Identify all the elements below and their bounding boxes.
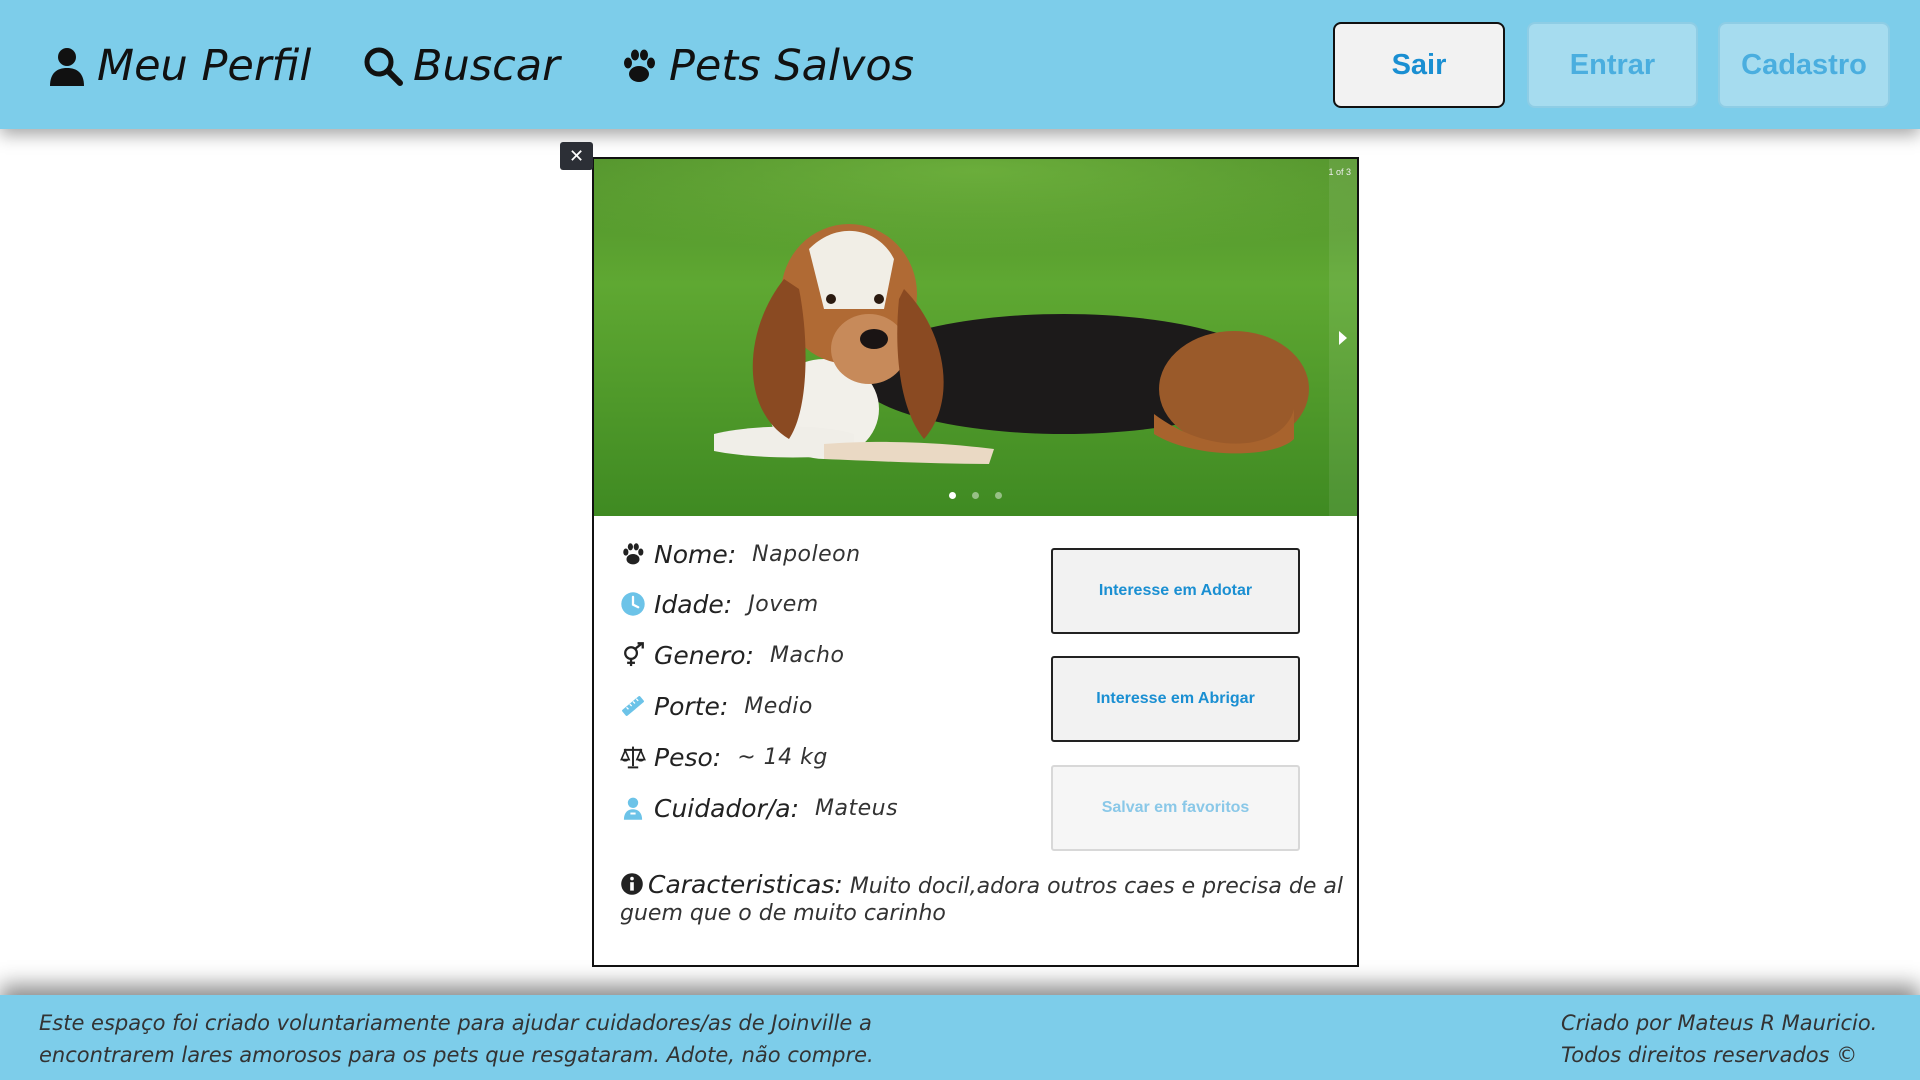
pet-name-label: Nome: xyxy=(654,539,737,569)
gender-icon xyxy=(624,642,644,667)
clock-icon xyxy=(621,592,645,616)
user-icon xyxy=(50,48,84,86)
nav-pets-salvos-label: Pets Salvos xyxy=(669,41,915,91)
pet-size-value: Medio xyxy=(744,693,813,719)
pet-gender-label: Genero: xyxy=(654,640,754,670)
footer-credits-line: Criado por Mateus R Mauricio. xyxy=(1561,1011,1878,1035)
pet-name-row: Nome: Napoleon xyxy=(620,536,861,572)
pet-caretaker-value: Mateus xyxy=(815,795,899,821)
pet-age-label: Idade: xyxy=(654,589,733,619)
search-icon xyxy=(364,47,403,86)
nav-buscar-label: Buscar xyxy=(413,41,560,91)
carousel-next-button[interactable] xyxy=(1329,159,1357,516)
pet-photo-carousel[interactable]: 1 of 3 xyxy=(594,159,1357,516)
caretaker-icon xyxy=(623,797,643,820)
paw-icon xyxy=(624,49,655,82)
footer-credits-line: Todos direitos reservados © xyxy=(1561,1043,1858,1067)
nav-meu-perfil-label: Meu Perfil xyxy=(97,41,312,91)
pet-gender-value: Macho xyxy=(769,642,845,668)
footer-about-line: Este espaço foi criado voluntariamente p… xyxy=(39,1011,872,1035)
chevron-right-icon xyxy=(1339,330,1347,345)
pet-caretaker-row: Cuidador/a: Mateus xyxy=(620,790,898,826)
scale-icon xyxy=(620,746,646,769)
pet-age-row: Idade: Jovem xyxy=(620,586,819,622)
pet-caretaker-label: Cuidador/a: xyxy=(654,793,800,823)
pet-characteristics: Caracteristicas: Muito docil,adora outro… xyxy=(620,871,1350,927)
carousel-dot[interactable] xyxy=(949,492,956,499)
footer-about-line: encontrarem lares amorosos para os pets … xyxy=(39,1043,874,1067)
pet-age-value: Jovem xyxy=(748,591,819,617)
close-modal-button[interactable]: ✕ xyxy=(560,142,593,170)
shelter-interest-button[interactable]: Interesse em Abrigar xyxy=(1051,656,1300,742)
login-button[interactable]: Entrar xyxy=(1527,22,1698,108)
paw-icon xyxy=(623,543,644,565)
footer: Este espaço foi criado voluntariamente p… xyxy=(0,995,1920,1080)
ruler-icon xyxy=(622,696,644,716)
nav-buscar[interactable]: Buscar xyxy=(363,38,560,94)
pet-weight-value: ~ 14 kg xyxy=(737,744,828,770)
signup-button[interactable]: Cadastro xyxy=(1718,22,1890,108)
top-navbar: Meu Perfil Buscar Pets Salvos Sair Entra… xyxy=(0,0,1920,129)
footer-about: Este espaço foi criado voluntariamente p… xyxy=(39,1007,939,1071)
pet-photo xyxy=(594,159,1357,516)
carousel-dot[interactable] xyxy=(995,492,1002,499)
nav-pets-salvos[interactable]: Pets Salvos xyxy=(619,38,914,94)
pet-characteristics-label: Caracteristicas: xyxy=(648,870,843,899)
pet-size-label: Porte: xyxy=(654,691,729,721)
save-favorite-button[interactable]: Salvar em favoritos xyxy=(1051,765,1300,851)
nav-meu-perfil[interactable]: Meu Perfil xyxy=(47,38,311,94)
carousel-dots xyxy=(949,492,1002,499)
carousel-dot[interactable] xyxy=(972,492,979,499)
pet-size-row: Porte: Medio xyxy=(620,688,813,724)
info-icon xyxy=(621,873,643,895)
logout-button[interactable]: Sair xyxy=(1333,22,1505,108)
pet-gender-row: Genero: Macho xyxy=(620,637,844,673)
pet-weight-label: Peso: xyxy=(654,742,722,772)
adopt-interest-button[interactable]: Interesse em Adotar xyxy=(1051,548,1300,634)
pet-details-modal: 1 of 3 Nome: Napoleon Idade: Jovem Gener… xyxy=(592,157,1359,967)
pet-weight-row: Peso: ~ 14 kg xyxy=(620,739,828,775)
pet-name-value: Napoleon xyxy=(752,541,861,567)
footer-credits: Criado por Mateus R Mauricio. Todos dire… xyxy=(1561,1007,1916,1071)
